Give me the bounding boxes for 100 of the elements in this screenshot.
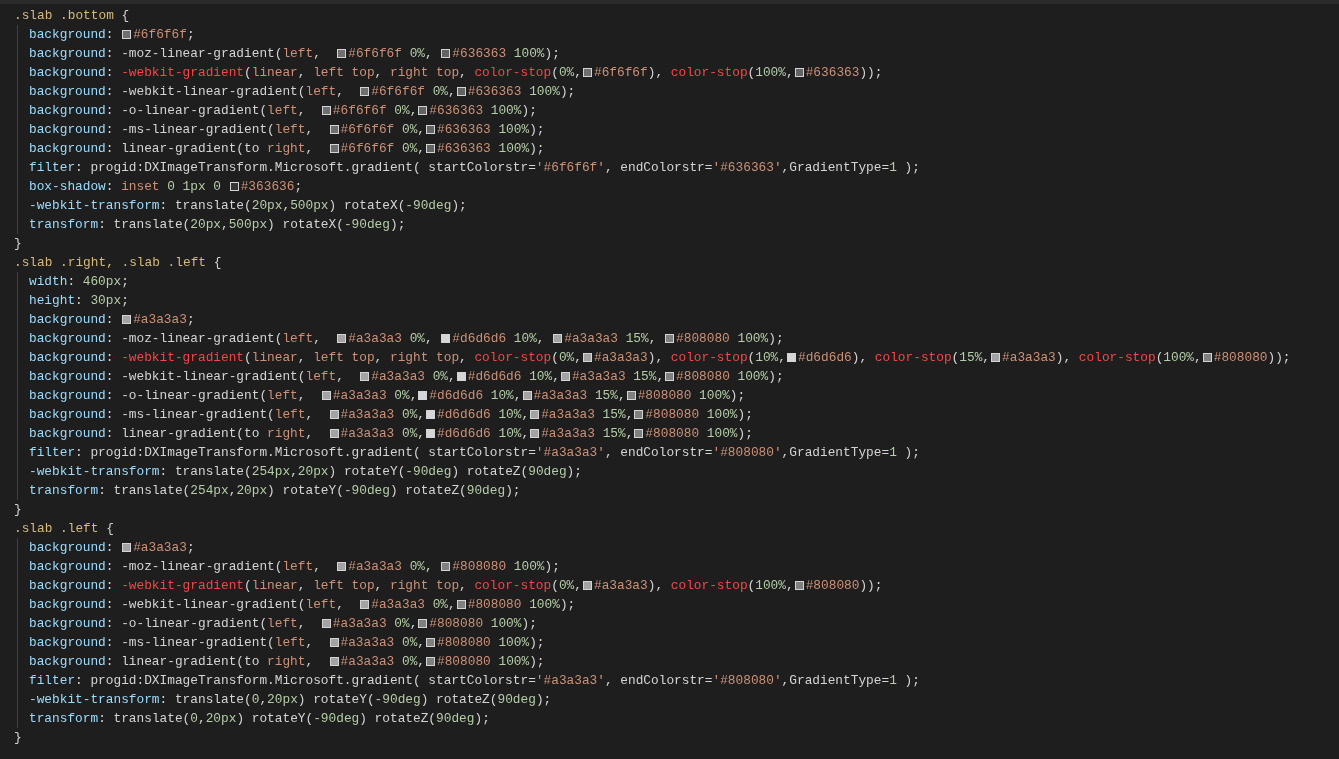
color-swatch[interactable] bbox=[329, 657, 339, 666]
color-swatch[interactable] bbox=[122, 543, 132, 552]
code-text: background: -o-linear-gradient(left, bbox=[29, 388, 307, 403]
color-swatch[interactable] bbox=[634, 429, 644, 438]
code-text: .slab .right, .slab .left { bbox=[14, 255, 222, 270]
code-text: background: -webkit-gradient(linear, left top, right top, color-stop(0%, bbox=[29, 578, 582, 593]
code-text: #363636; bbox=[240, 179, 303, 194]
color-swatch[interactable] bbox=[441, 562, 451, 571]
color-swatch[interactable] bbox=[553, 334, 563, 343]
color-swatch[interactable] bbox=[337, 562, 347, 571]
code-text: #636363 100%); bbox=[437, 122, 545, 137]
code-text: transform: translate(20px,500px) rotateX(-90deg); bbox=[29, 217, 406, 232]
code-text: } bbox=[14, 236, 22, 251]
code-text: #a3a3a3 0%, bbox=[340, 635, 425, 650]
color-swatch[interactable] bbox=[329, 410, 339, 419]
color-swatch[interactable] bbox=[426, 410, 435, 419]
color-swatch[interactable] bbox=[321, 391, 331, 400]
color-swatch[interactable] bbox=[426, 144, 435, 153]
code-text: -webkit-transform: translate(20px,500px) rotateX(-90deg); bbox=[29, 198, 467, 213]
code-text: #a3a3a3 0%, bbox=[340, 426, 425, 441]
code-text: -webkit-transform: translate(0,20px) rotateY(-90deg) rotateZ(90deg); bbox=[29, 692, 552, 707]
code-text: background: -webkit-linear-gradient(left, bbox=[29, 84, 345, 99]
color-swatch[interactable] bbox=[329, 429, 339, 438]
code-text: #808080 100%); bbox=[645, 407, 753, 422]
color-swatch[interactable] bbox=[418, 619, 428, 628]
color-swatch[interactable] bbox=[626, 391, 636, 400]
code-text: -webkit-transform: translate(254px,20px) rotateY(-90deg) rotateZ(90deg); bbox=[29, 464, 582, 479]
code-text: #6f6f6f 0%, bbox=[332, 103, 418, 118]
code-text: #6f6f6f), color-stop(100%, bbox=[593, 65, 794, 80]
color-swatch[interactable] bbox=[582, 68, 592, 77]
code-text: #6f6f6f 0%, bbox=[348, 46, 434, 61]
color-swatch[interactable] bbox=[582, 581, 592, 590]
code-text: #808080 100%); bbox=[467, 597, 576, 612]
code-text: #808080)); bbox=[805, 578, 883, 593]
color-swatch[interactable] bbox=[1202, 353, 1212, 362]
color-swatch[interactable] bbox=[426, 125, 435, 134]
code-text: background: -webkit-linear-gradient(left, bbox=[29, 369, 345, 384]
code-text: #a3a3a3 15%, bbox=[571, 369, 665, 384]
code-text: background: -o-linear-gradient(left, bbox=[29, 616, 307, 631]
color-swatch[interactable] bbox=[530, 429, 540, 438]
color-swatch[interactable] bbox=[329, 144, 339, 153]
color-swatch[interactable] bbox=[530, 410, 540, 419]
code-text: #a3a3a3), color-stop(100%, bbox=[1002, 350, 1202, 365]
color-swatch[interactable] bbox=[441, 334, 451, 343]
color-swatch[interactable] bbox=[665, 372, 675, 381]
color-swatch[interactable] bbox=[441, 49, 451, 58]
color-swatch[interactable] bbox=[794, 68, 804, 77]
color-swatch[interactable] bbox=[360, 372, 370, 381]
color-swatch[interactable] bbox=[337, 49, 347, 58]
color-swatch[interactable] bbox=[122, 30, 132, 39]
color-swatch[interactable] bbox=[582, 353, 592, 362]
color-swatch[interactable] bbox=[794, 581, 804, 590]
color-swatch[interactable] bbox=[991, 353, 1001, 362]
color-swatch[interactable] bbox=[329, 125, 339, 134]
code-text: #a3a3a3), color-stop(100%, bbox=[593, 578, 794, 593]
color-swatch[interactable] bbox=[426, 638, 435, 647]
color-swatch[interactable] bbox=[337, 334, 347, 343]
color-swatch[interactable] bbox=[560, 372, 570, 381]
code-text: #808080)); bbox=[1213, 350, 1291, 365]
code-text: #808080 100%); bbox=[437, 635, 545, 650]
code-text: #a3a3a3), color-stop(10%, bbox=[593, 350, 786, 365]
color-swatch[interactable] bbox=[665, 334, 675, 343]
color-swatch[interactable] bbox=[634, 410, 644, 419]
code-text: background: -webkit-gradient(linear, left top, right top, color-stop(0%, bbox=[29, 65, 582, 80]
code-text: background: bbox=[29, 27, 115, 42]
color-swatch[interactable] bbox=[360, 600, 370, 609]
color-swatch[interactable] bbox=[321, 106, 331, 115]
color-swatch[interactable] bbox=[456, 87, 466, 96]
code-text: #808080 100%); bbox=[676, 369, 784, 384]
color-swatch[interactable] bbox=[229, 182, 239, 191]
color-swatch[interactable] bbox=[456, 372, 466, 381]
code-text: #a3a3a3 15%, bbox=[541, 407, 634, 422]
code-text: #a3a3a3 0%, bbox=[340, 654, 425, 669]
code-text: filter: progid:DXImageTransform.Microsoft.gradient( startColorstr='#6f6f6f', endColorstr='#636363',GradientType=1 ); bbox=[29, 160, 920, 175]
color-swatch[interactable] bbox=[360, 87, 370, 96]
code-text: #6f6f6f; bbox=[133, 27, 195, 42]
code-text: background: -ms-linear-gradient(left, bbox=[29, 635, 315, 650]
color-swatch[interactable] bbox=[329, 638, 339, 647]
code-text: box-shadow: inset 0 1px 0 bbox=[29, 179, 222, 194]
color-swatch[interactable] bbox=[321, 619, 331, 628]
code-text: #a3a3a3 15%, bbox=[533, 388, 626, 403]
color-swatch[interactable] bbox=[456, 600, 466, 609]
code-text: #d6d6d6 10%, bbox=[452, 331, 546, 346]
code-text: .slab .left { bbox=[14, 521, 114, 536]
color-swatch[interactable] bbox=[787, 353, 796, 362]
color-swatch[interactable] bbox=[418, 391, 428, 400]
code-text: background: -ms-linear-gradient(left, bbox=[29, 122, 315, 137]
color-swatch[interactable] bbox=[122, 315, 132, 324]
color-swatch[interactable] bbox=[426, 429, 435, 438]
code-text: background: linear-gradient(to right, bbox=[29, 654, 315, 669]
code-text: #808080 100%); bbox=[437, 654, 545, 669]
color-swatch[interactable] bbox=[522, 391, 532, 400]
code-text: #d6d6d6 10%, bbox=[429, 388, 522, 403]
color-swatch[interactable] bbox=[418, 106, 428, 115]
code-text: #d6d6d6 10%, bbox=[437, 426, 530, 441]
code-text: height: 30px; bbox=[29, 293, 129, 308]
color-swatch[interactable] bbox=[426, 657, 435, 666]
code-text: filter: progid:DXImageTransform.Microsoft.gradient( startColorstr='#a3a3a3', endColorstr='#808080',GradientType=1 ); bbox=[29, 673, 920, 688]
code-text: width: 460px; bbox=[29, 274, 129, 289]
code-text: #808080 100%); bbox=[637, 388, 746, 403]
